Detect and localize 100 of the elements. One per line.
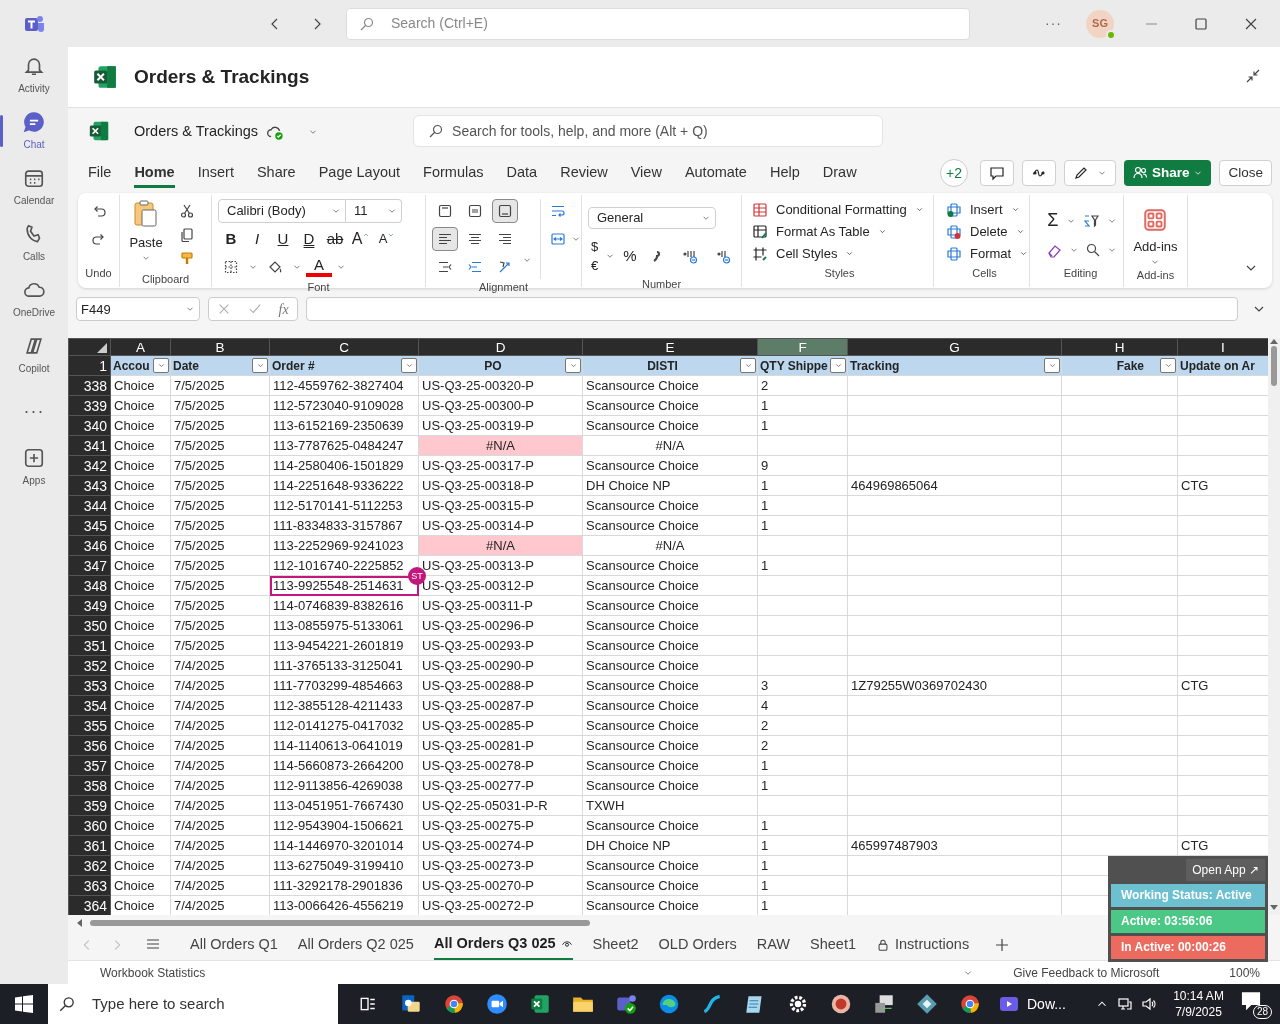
sheet-tab[interactable]: Sheet2 — [592, 931, 639, 959]
rail-item-label[interactable]: Calendar — [13, 192, 55, 208]
cells-menu-button[interactable]: Insert — [946, 199, 1023, 221]
collaborators-button[interactable]: +2 — [939, 159, 968, 188]
sheet-tab[interactable]: All Orders Q1 — [190, 931, 278, 959]
sheet-tab[interactable]: Sheet1 — [810, 931, 856, 959]
select-all-icon[interactable] — [97, 343, 107, 354]
more-options-button[interactable]: ··· — [1045, 13, 1062, 34]
align-bottom-button[interactable] — [492, 199, 518, 224]
scroll-left-icon[interactable] — [76, 918, 82, 927]
rail-item-label[interactable]: Chat — [23, 136, 45, 152]
autosum-button[interactable]: Σ — [1044, 207, 1062, 235]
start-icon[interactable] — [15, 995, 33, 1013]
activity-button[interactable] — [1021, 160, 1056, 187]
notifications-button[interactable]: 28 — [1239, 989, 1272, 1019]
vertical-scrollbar[interactable] — [1268, 338, 1280, 916]
feedback-link[interactable]: Give Feedback to Microsoft — [1013, 963, 1160, 982]
menu-tab[interactable]: Help — [769, 158, 800, 189]
taskbar-search-field[interactable]: Type here to search — [48, 984, 338, 1024]
column-header[interactable]: G — [847, 338, 1062, 356]
add-ins-button[interactable]: Add-ins — [1133, 207, 1178, 267]
sheet-tab[interactable]: RAW — [756, 931, 791, 959]
name-box[interactable]: F449 — [76, 297, 200, 322]
currency-button[interactable]: $€ — [588, 236, 616, 276]
column-header[interactable]: H — [1061, 338, 1178, 356]
font-color-button[interactable]: A — [306, 257, 332, 278]
column-header[interactable]: E — [582, 338, 758, 356]
style-menu-button[interactable]: Format As Table — [752, 220, 927, 243]
video-camera-icon[interactable] — [484, 992, 509, 1016]
workbook-name[interactable]: Orders & Trackings — [134, 120, 259, 143]
style-menu-button[interactable]: Cell Styles — [752, 242, 927, 265]
paste-button[interactable]: Paste — [126, 199, 166, 272]
italic-button[interactable]: I — [244, 227, 270, 252]
menu-tab[interactable]: Page Layout — [318, 158, 401, 189]
number-format-dropdown[interactable]: General — [588, 207, 716, 229]
rail-item-label[interactable]: OneDrive — [12, 304, 56, 320]
sheet-tab[interactable]: Instructions — [876, 931, 970, 959]
underline-button[interactable]: U — [270, 227, 296, 252]
open-app-button[interactable]: Open App ↗ — [1186, 859, 1265, 882]
font-size-dropdown[interactable]: 11 — [346, 199, 402, 224]
scrollbar-thumb[interactable] — [90, 919, 590, 926]
menu-tab[interactable]: Share — [256, 158, 296, 189]
taskbar-clock[interactable]: 10:14 AM 7/9/2025 — [1165, 988, 1232, 1020]
search-field[interactable]: Search for tools, help, and more (Alt + Q) — [413, 115, 884, 148]
comments-button[interactable] — [979, 160, 1014, 187]
menu-tab[interactable]: Home — [134, 158, 175, 189]
task-view-icon[interactable] — [358, 995, 377, 1013]
filter-button[interactable] — [153, 358, 169, 374]
sheet-tab[interactable]: OLD Orders — [658, 931, 737, 959]
filter-button[interactable] — [401, 358, 417, 374]
scrollbar-thumb[interactable] — [1271, 346, 1277, 387]
taskbar-app-button[interactable]: Dow... — [991, 984, 1074, 1024]
column-header[interactable]: F — [757, 338, 848, 356]
formula-field[interactable] — [306, 297, 1238, 322]
column-header[interactable]: I — [1177, 338, 1268, 356]
menu-tab[interactable]: Insert — [197, 158, 234, 189]
shrink-button[interactable]: A — [374, 227, 400, 252]
share-button[interactable]: Share — [1123, 160, 1212, 187]
search-field[interactable]: Search (Ctrl+E) — [346, 7, 970, 40]
filter-button[interactable] — [1044, 358, 1060, 374]
filter-button[interactable] — [830, 358, 846, 374]
scroll-up-icon[interactable] — [1270, 338, 1278, 345]
percent-button[interactable]: % — [623, 244, 637, 268]
filter-button[interactable] — [740, 358, 756, 374]
rail-item-label[interactable]: Activity — [18, 80, 50, 96]
menu-tab[interactable]: Automate — [684, 158, 747, 189]
editing-mode-button[interactable] — [1063, 160, 1116, 187]
sheet-tab[interactable]: All Orders Q2 025 — [297, 931, 414, 959]
menu-tab[interactable]: Review — [560, 158, 608, 189]
menu-tab[interactable]: Draw — [822, 158, 857, 189]
filter-button[interactable] — [565, 358, 581, 374]
cells-menu-button[interactable]: Delete — [946, 220, 1023, 243]
volume-icon[interactable] — [1141, 996, 1158, 1012]
column-header[interactable]: B — [170, 338, 270, 356]
menu-tab[interactable]: View — [630, 158, 662, 189]
zoom-level[interactable]: 100% — [1229, 963, 1260, 982]
menu-tab[interactable]: Data — [506, 158, 538, 189]
cells-menu-button[interactable]: Format — [946, 242, 1023, 265]
column-header[interactable]: C — [269, 338, 419, 356]
align-left-button[interactable] — [432, 227, 458, 252]
rail-item-label[interactable]: Apps — [22, 472, 46, 488]
rail-item-label[interactable]: Copilot — [18, 360, 50, 376]
column-header[interactable]: A — [110, 338, 171, 356]
rail-item-label[interactable]: Calls — [22, 248, 46, 264]
font-family-dropdown[interactable]: Calibri (Body) — [218, 199, 346, 224]
strike-button[interactable]: ab — [322, 227, 348, 252]
menu-tab[interactable]: Formulas — [423, 158, 484, 189]
column-header[interactable]: D — [418, 338, 583, 356]
insert-function-button[interactable]: fx — [278, 298, 289, 320]
workbook-statistics-button[interactable]: Workbook Statistics — [100, 963, 206, 982]
double-underline-button[interactable]: D — [296, 227, 322, 252]
grow-button[interactable]: A — [348, 227, 374, 252]
more-apps-button[interactable]: ··· — [23, 397, 45, 425]
scroll-down-icon[interactable] — [1270, 905, 1278, 912]
style-menu-button[interactable]: Conditional Formatting — [752, 199, 927, 221]
menu-tab[interactable]: File — [88, 158, 112, 189]
bold-button[interactable]: B — [218, 227, 244, 252]
filter-button[interactable] — [1160, 358, 1176, 374]
network-icon[interactable] — [1117, 996, 1134, 1012]
close-button[interactable]: Close — [1219, 160, 1272, 187]
